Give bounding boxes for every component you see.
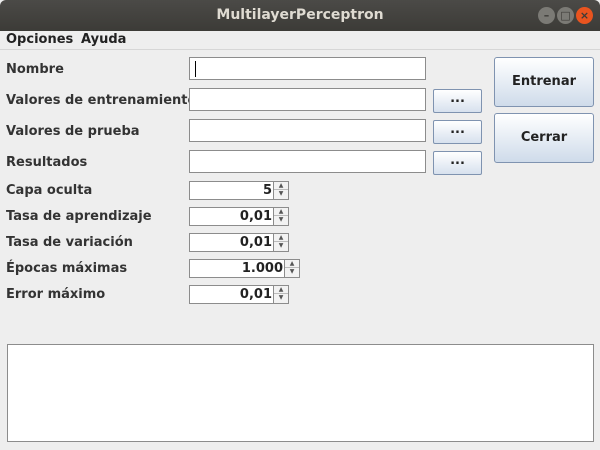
- learning-rate-value[interactable]: 0,01: [240, 209, 272, 224]
- hidden-layer-label: Capa oculta: [6, 183, 93, 198]
- spin-up-icon[interactable]: ▲: [274, 208, 288, 216]
- max-error-label: Error máximo: [6, 287, 106, 302]
- variation-rate-label: Tasa de variación: [6, 235, 133, 250]
- nombre-label: Nombre: [6, 62, 64, 77]
- spinner-arrows: ▲ ▼: [284, 260, 299, 277]
- spin-down-icon[interactable]: ▼: [274, 190, 288, 198]
- spin-up-icon[interactable]: ▲: [274, 286, 288, 294]
- learning-rate-label: Tasa de aprendizaje: [6, 209, 152, 224]
- train-button[interactable]: Entrenar: [494, 57, 594, 107]
- hidden-layer-spinner[interactable]: 5 ▲ ▼: [189, 181, 289, 200]
- training-values-browse-button[interactable]: ...: [433, 89, 482, 113]
- test-values-input[interactable]: [189, 119, 426, 142]
- maximize-icon[interactable]: □: [557, 7, 574, 24]
- training-values-label: Valores de entrenamiento: [6, 93, 197, 108]
- max-error-spinner[interactable]: 0,01 ▲ ▼: [189, 285, 289, 304]
- spin-down-icon[interactable]: ▼: [274, 294, 288, 302]
- max-epochs-spinner[interactable]: 1.000 ▲ ▼: [189, 259, 300, 278]
- spin-down-icon[interactable]: ▼: [274, 216, 288, 224]
- hidden-layer-value[interactable]: 5: [263, 183, 272, 198]
- spinner-arrows: ▲ ▼: [273, 286, 288, 303]
- spinner-arrows: ▲ ▼: [273, 208, 288, 225]
- results-input[interactable]: [189, 150, 426, 173]
- title-bar[interactable]: MultilayerPerceptron – □ ×: [0, 0, 600, 31]
- max-error-value[interactable]: 0,01: [240, 287, 272, 302]
- results-label: Resultados: [6, 155, 88, 170]
- spin-down-icon[interactable]: ▼: [285, 268, 299, 276]
- results-browse-button[interactable]: ...: [433, 151, 482, 175]
- close-button[interactable]: Cerrar: [494, 113, 594, 163]
- output-text-area[interactable]: [7, 344, 594, 442]
- training-values-input[interactable]: [189, 88, 426, 111]
- variation-rate-spinner[interactable]: 0,01 ▲ ▼: [189, 233, 289, 252]
- test-values-browse-button[interactable]: ...: [433, 120, 482, 144]
- spinner-arrows: ▲ ▼: [273, 182, 288, 199]
- spin-down-icon[interactable]: ▼: [274, 242, 288, 250]
- test-values-label: Valores de prueba: [6, 124, 140, 139]
- menu-ayuda[interactable]: Ayuda: [81, 32, 126, 47]
- text-caret: [195, 61, 196, 77]
- spin-up-icon[interactable]: ▲: [274, 234, 288, 242]
- close-window-icon[interactable]: ×: [576, 7, 593, 24]
- menu-bar: Opciones Ayuda: [0, 31, 600, 50]
- spinner-arrows: ▲ ▼: [273, 234, 288, 251]
- menu-opciones[interactable]: Opciones: [6, 32, 73, 47]
- window-title: MultilayerPerceptron: [216, 7, 384, 23]
- spin-up-icon[interactable]: ▲: [285, 260, 299, 268]
- spin-up-icon[interactable]: ▲: [274, 182, 288, 190]
- variation-rate-value[interactable]: 0,01: [240, 235, 272, 250]
- minimize-icon[interactable]: –: [538, 7, 555, 24]
- max-epochs-label: Épocas máximas: [6, 261, 128, 276]
- nombre-input[interactable]: [189, 57, 426, 80]
- max-epochs-value[interactable]: 1.000: [242, 261, 283, 276]
- learning-rate-spinner[interactable]: 0,01 ▲ ▼: [189, 207, 289, 226]
